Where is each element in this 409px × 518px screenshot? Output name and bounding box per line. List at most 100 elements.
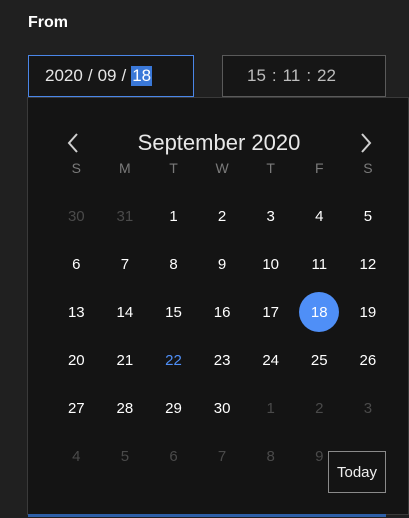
calendar-day[interactable]: 19 (344, 288, 393, 336)
calendar-day[interactable]: 12 (344, 240, 393, 288)
calendar-day-number: 10 (262, 255, 280, 273)
calendar-day[interactable]: 8 (149, 240, 198, 288)
calendar-day[interactable]: 30 (52, 192, 101, 240)
calendar-day[interactable]: 27 (52, 384, 101, 432)
weekday-label: M (119, 160, 131, 176)
date-input[interactable]: 2020 / 09 / 18 (28, 55, 194, 97)
calendar-day[interactable]: 10 (246, 240, 295, 288)
field-label: From (28, 14, 68, 31)
calendar-week: 13 14 15 16 17 18 19 (52, 288, 392, 336)
calendar-day-number: 18 (299, 292, 340, 332)
calendar-day[interactable]: 6 (149, 432, 198, 480)
weekday-label: T (266, 160, 275, 176)
calendar-day[interactable]: 2 (295, 384, 344, 432)
calendar-day[interactable]: 4 (52, 432, 101, 480)
calendar-day[interactable]: 17 (246, 288, 295, 336)
calendar-day[interactable]: 3 (246, 192, 295, 240)
calendar-day-number: 17 (262, 303, 280, 321)
weekday-label: S (363, 160, 373, 176)
calendar-week: 27 28 29 30 1 2 3 (52, 384, 392, 432)
calendar-day[interactable]: 5 (101, 432, 150, 480)
calendar-day-number: 12 (359, 255, 377, 273)
calendar-day[interactable]: 13 (52, 288, 101, 336)
calendar-day[interactable]: 29 (149, 384, 198, 432)
today-button[interactable]: Today (328, 451, 386, 493)
calendar-day[interactable]: 7 (101, 240, 150, 288)
calendar-day-number: 14 (116, 303, 134, 321)
calendar-day-number: 9 (315, 447, 324, 465)
calendar-day[interactable]: 4 (295, 192, 344, 240)
calendar-day-number: 31 (116, 207, 134, 225)
calendar-day-selected[interactable]: 18 (295, 288, 344, 336)
time-separator: : (271, 66, 277, 85)
calendar-day-number: 15 (165, 303, 182, 321)
calendar-day[interactable]: 16 (198, 288, 247, 336)
calendar-day[interactable]: 30 (198, 384, 247, 432)
calendar-day-number: 21 (116, 351, 134, 369)
time-input[interactable]: 15 : 11 : 22 (222, 55, 386, 97)
calendar-day-number: 5 (120, 447, 130, 465)
calendar-day[interactable]: 7 (198, 432, 247, 480)
calendar-day[interactable]: 28 (101, 384, 150, 432)
calendar-day-number: 24 (262, 351, 280, 369)
calendar-day[interactable]: 31 (101, 192, 150, 240)
time-second[interactable]: 22 (317, 66, 336, 86)
calendar-day[interactable]: 25 (295, 336, 344, 384)
date-separator: / (87, 66, 93, 85)
calendar-day[interactable]: 24 (246, 336, 295, 384)
calendar-day-number: 23 (213, 351, 231, 369)
focus-underline (28, 514, 386, 517)
time-minute[interactable]: 11 (283, 66, 301, 86)
calendar-day[interactable]: 1 (149, 192, 198, 240)
calendar-day[interactable]: 15 (149, 288, 198, 336)
calendar-day-number: 4 (72, 447, 81, 465)
calendar-day-number: 8 (266, 447, 275, 465)
date-day[interactable]: 18 (131, 66, 153, 86)
calendar-day[interactable]: 21 (101, 336, 150, 384)
calendar-day[interactable]: 5 (344, 192, 393, 240)
calendar-day-number: 19 (359, 303, 377, 321)
calendar-day-number: 9 (217, 255, 227, 273)
calendar-day[interactable]: 6 (52, 240, 101, 288)
weekday-label: S (71, 160, 81, 176)
calendar-day[interactable]: 11 (295, 240, 344, 288)
weekday-label: W (215, 160, 229, 176)
calendar-day[interactable]: 2 (198, 192, 247, 240)
calendar-day-number: 7 (120, 255, 130, 273)
calendar-day[interactable]: 9 (198, 240, 247, 288)
time-separator: : (306, 66, 312, 85)
calendar-day-number: 27 (67, 399, 85, 417)
calendar-day-number: 28 (116, 399, 134, 417)
calendar-day[interactable]: 1 (246, 384, 295, 432)
time-hour[interactable]: 15 (247, 66, 266, 86)
calendar-day-number: 30 (67, 207, 85, 225)
calendar-day-number: 26 (359, 351, 377, 369)
calendar-day[interactable]: 14 (101, 288, 150, 336)
calendar-day[interactable]: 20 (52, 336, 101, 384)
calendar-day-number: 30 (213, 399, 231, 417)
next-month-button[interactable] (351, 128, 381, 158)
calendar-day[interactable]: 26 (344, 336, 393, 384)
calendar-day-number: 20 (67, 351, 85, 369)
calendar-day-number: 13 (67, 303, 85, 321)
calendar-day-today[interactable]: 22 (149, 336, 198, 384)
calendar-day-number: 22 (165, 351, 182, 369)
calendar-day-number: 16 (213, 303, 231, 321)
weekday-label: T (169, 160, 178, 176)
calendar-day[interactable]: 3 (344, 384, 393, 432)
calendar-day-number: 4 (315, 207, 324, 225)
calendar-week: 6 7 8 9 10 11 12 (52, 240, 392, 288)
calendar-day[interactable]: 23 (198, 336, 247, 384)
calendar-day[interactable]: 8 (246, 432, 295, 480)
calendar-day-number: 3 (363, 399, 373, 417)
calendar-day-number: 3 (266, 207, 275, 225)
calendar-day-number: 2 (217, 207, 227, 225)
calendar-day-number: 1 (169, 207, 178, 225)
calendar-popup: September 2020 SMTWTFS 30 31 1 2 3 4 5 6 7 8 9 10 11… (27, 97, 409, 515)
calendar-week: 20 21 22 23 24 25 26 (52, 336, 392, 384)
date-separator: / (121, 66, 127, 85)
date-year[interactable]: 2020 (45, 66, 83, 86)
calendar-day-number: 1 (266, 399, 275, 417)
calendar-day-number: 8 (169, 255, 178, 273)
date-month[interactable]: 09 (98, 66, 117, 86)
